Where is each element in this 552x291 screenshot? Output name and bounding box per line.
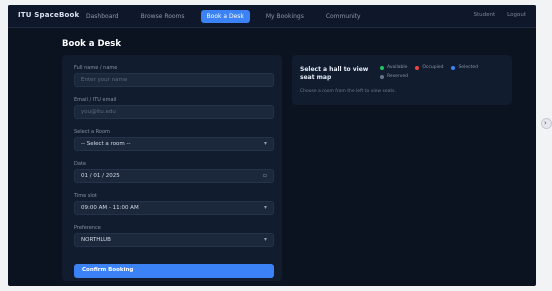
tab-book-a-desk[interactable]: Book a Desk bbox=[200, 10, 250, 23]
name-label: Full name / name bbox=[74, 65, 118, 71]
tab-browse-rooms[interactable]: Browse Rooms bbox=[135, 10, 191, 23]
legend-selected: Selected bbox=[451, 65, 478, 70]
legend-available: Available bbox=[380, 65, 407, 70]
seat-map-subtitle: Choose a room from the left to view seat… bbox=[300, 89, 396, 94]
user-menu: Student Logout bbox=[474, 12, 527, 18]
reserved-dot-icon bbox=[380, 74, 384, 79]
page-title: Book a Desk bbox=[62, 39, 121, 49]
time-select[interactable]: 09:00 AM - 11:00 AM ▾ bbox=[74, 201, 274, 215]
occupied-dot-icon bbox=[415, 65, 420, 70]
logout-link[interactable]: Logout bbox=[507, 12, 526, 18]
email-input[interactable]: you@itu.edu bbox=[74, 105, 274, 119]
room-label: Select a Room bbox=[74, 129, 110, 135]
seat-map-title: Select a hall to view seat map bbox=[300, 66, 369, 81]
chevron-right-icon: › bbox=[544, 119, 547, 127]
confirm-booking-label: Confirm Booking bbox=[82, 267, 134, 273]
brand-logo[interactable]: ITU SpaceBook bbox=[18, 11, 79, 19]
room-select-value: -- Select a room -- bbox=[81, 141, 131, 147]
date-label: Date bbox=[74, 161, 86, 167]
preference-value: NORTHLUB bbox=[81, 237, 111, 243]
seat-map-panel: Select a hall to view seat map Choose a … bbox=[292, 55, 512, 105]
available-dot-icon bbox=[380, 65, 384, 70]
date-value: 01 / 01 / 2025 bbox=[81, 173, 120, 179]
chevron-down-icon: ▾ bbox=[263, 204, 267, 211]
user-name[interactable]: Student bbox=[474, 12, 496, 18]
preference-label: Preference bbox=[74, 225, 101, 231]
email-label: Email / ITU email bbox=[74, 97, 117, 103]
tab-my-bookings[interactable]: My Bookings bbox=[260, 10, 310, 23]
calendar-icon[interactable]: ▫ bbox=[263, 172, 267, 179]
name-placeholder: Enter your name bbox=[81, 77, 128, 83]
name-input[interactable]: Enter your name bbox=[74, 73, 274, 87]
chevron-down-icon: ▾ bbox=[263, 236, 267, 243]
selected-dot-icon bbox=[451, 65, 456, 70]
legend-occupied: Occupied bbox=[415, 65, 443, 70]
app-window: ITU SpaceBook Dashboard Browse Rooms Boo… bbox=[8, 5, 536, 286]
tab-community[interactable]: Community bbox=[320, 10, 367, 23]
room-select[interactable]: -- Select a room -- ▾ bbox=[74, 137, 274, 151]
date-input[interactable]: 01 / 01 / 2025 ▫ bbox=[74, 169, 274, 183]
confirm-booking-button[interactable]: Confirm Booking bbox=[74, 264, 274, 278]
legend-reserved: Reserved bbox=[380, 74, 408, 79]
time-label: Time slot bbox=[74, 193, 97, 199]
tab-dashboard[interactable]: Dashboard bbox=[80, 10, 125, 23]
nav-tabs: Dashboard Browse Rooms Book a Desk My Bo… bbox=[80, 10, 367, 23]
time-value: 09:00 AM - 11:00 AM bbox=[81, 205, 139, 211]
email-placeholder: you@itu.edu bbox=[81, 109, 116, 115]
top-navbar: ITU SpaceBook Dashboard Browse Rooms Boo… bbox=[8, 5, 536, 28]
booking-form: Full name / name Enter your name Email /… bbox=[62, 55, 282, 281]
seat-legend: Available Occupied Selected Reserved bbox=[380, 65, 490, 79]
preference-select[interactable]: NORTHLUB ▾ bbox=[74, 233, 274, 247]
side-expand-button[interactable]: › bbox=[541, 118, 552, 129]
chevron-down-icon: ▾ bbox=[263, 140, 267, 147]
